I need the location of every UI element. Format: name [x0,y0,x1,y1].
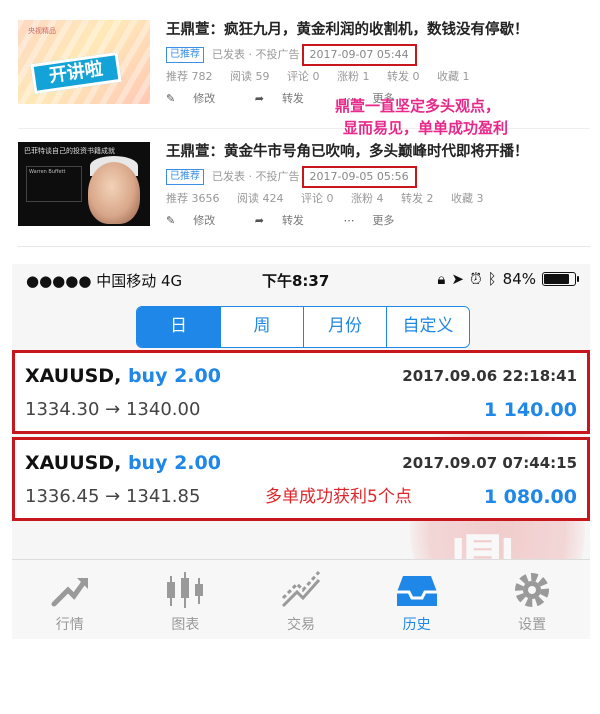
article-title[interactable]: 王鼎萱：疯狂九月，黄金利润的收割机，数钱没有停歇！ [166,16,590,44]
battery-fill [544,274,570,284]
segment-custom[interactable]: 自定义 [386,307,469,347]
tab-settings[interactable]: 设置 [474,560,590,639]
trade-direction: buy 2.00 [127,365,221,387]
battery-percent: 84% [502,270,536,288]
stat-likes: 涨粉 4 [351,192,384,205]
edit-label: 修改 [193,92,216,105]
pencil-icon: ✎ [166,214,176,227]
trade-direction: buy 2.00 [127,452,221,474]
thumbnail-tag: 央视精品 [28,27,56,35]
stat-favorites: 收藏 3 [451,192,484,205]
trade-time: 2017.09.06 22:18:41 [402,367,577,385]
forward-button[interactable]: ➦ 转发 [255,92,322,105]
forward-label: 转发 [281,92,304,105]
carrier-signal: ●●●●● 中国移动 4G [26,272,183,290]
trade-symbol: XAUUSD, buy 2.00 [25,365,221,387]
article-item[interactable]: 央视精品 开讲啦 王鼎萱：疯狂九月，黄金利润的收割机，数钱没有停歇！ 已推荐 已… [18,14,590,126]
thumbnail-quote: Warren Buffett [26,166,82,202]
stat-reads: 阅读 424 [237,192,284,205]
candlestick-icon [167,572,204,608]
annotation-line-1: 鼎萱一直坚定多头观点， [335,97,501,115]
portrait-face [88,162,140,224]
tab-label: 交易 [286,617,315,633]
trade-symbol: XAUUSD, buy 2.00 [25,452,221,474]
stat-reads: 阅读 59 [230,70,270,83]
article-stats: 推荐 3656 阅读 424 评论 0 涨粉 4 转发 2 收藏 3 [166,188,590,210]
trade-profit: 1 080.00 [483,486,577,508]
trade-profit: 1 140.00 [483,399,577,421]
status-time: 下午8:37 [262,272,330,290]
tab-chart[interactable]: 图表 [128,560,244,639]
trade-record[interactable]: XAUUSD, buy 2.00 2017.09.06 22:18:41 133… [12,350,590,434]
stat-shares: 转发 2 [401,192,434,205]
stat-recommend: 推荐 782 [166,70,213,83]
battery-icon [542,272,579,286]
thumbnail-caption: 巴菲特谈自己的投资书籍成就 [24,147,115,155]
segment-day[interactable]: 日 [137,307,220,347]
stat-recommend: 推荐 3656 [166,192,220,205]
publish-date: 2017-09-05 05:56 [301,166,417,188]
divider [18,246,590,247]
trading-app-screenshot: ●●●●● 中国移动 4G 下午8:37 🔒︎ ➤ ⏰︎ ᛒ 84% 日 周 月… [12,264,590,710]
stat-likes: 涨粉 1 [337,70,370,83]
forward-label: 转发 [281,214,304,227]
trade-time: 2017.09.07 07:44:15 [402,454,577,472]
forward-arrow-icon: ➦ [254,214,264,227]
trade-record[interactable]: XAUUSD, buy 2.00 2017.09.07 07:44:15 133… [12,437,590,521]
publish-status: 已发表 · 不投广告 [212,48,300,61]
segment-week[interactable]: 周 [220,307,303,347]
tab-trade[interactable]: 交易 [243,560,359,639]
trade-prices: 1336.45 → 1341.85 [25,486,201,507]
profit-annotation: 多单成功获利5个点 [265,487,412,507]
article-stats: 推荐 782 阅读 59 评论 0 涨粉 1 转发 0 收藏 1 [166,66,590,88]
more-dots-icon: ⋯ [343,214,355,227]
recommended-badge: 已推荐 [166,169,204,185]
publish-date: 2017-09-07 05:44 [301,44,417,66]
tab-history[interactable]: 历史 [359,560,475,639]
trend-arrow-icon [51,578,88,607]
article-actions: ✎ 修改 ➦ 转发 ⋯ 更多 [166,210,590,232]
forward-arrow-icon: ➦ [254,92,264,105]
forward-button[interactable]: ➦ 转发 [255,214,322,227]
edit-button[interactable]: ✎ 修改 [166,214,233,227]
segment-month[interactable]: 月份 [303,307,386,347]
tab-quotes[interactable]: 行情 [12,560,128,639]
rotation-lock-icon: 🔒︎ [437,270,446,288]
stat-comments: 评论 0 [287,70,320,83]
inbox-history-icon [396,576,437,606]
bluetooth-icon: ᛒ [487,270,497,288]
edit-label: 修改 [193,214,216,227]
edit-button[interactable]: ✎ 修改 [166,92,233,105]
trade-prices: 1334.30 → 1340.00 [25,399,201,420]
tab-label: 历史 [402,617,431,633]
article-thumbnail[interactable]: 巴菲特谈自己的投资书籍成就 Warren Buffett [18,142,150,226]
article-meta: 已推荐 已发表 · 不投广告 2017-09-05 05:56 [166,166,590,188]
tab-label: 图表 [171,617,200,633]
publish-status: 已发表 · 不投广告 [212,170,300,183]
article-meta: 已推荐 已发表 · 不投广告 2017-09-07 05:44 [166,44,590,66]
article-thumbnail[interactable]: 央视精品 开讲啦 [18,20,150,104]
more-label: 更多 [372,214,395,227]
stat-favorites: 收藏 1 [437,70,470,83]
symbol-text: XAUUSD, [25,365,122,387]
stat-shares: 转发 0 [387,70,420,83]
stat-comments: 评论 0 [301,192,334,205]
location-arrow-icon: ➤ [451,270,464,288]
symbol-text: XAUUSD, [25,452,122,474]
status-bar: ●●●●● 中国移动 4G 下午8:37 🔒︎ ➤ ⏰︎ ᛒ 84% [12,264,590,296]
tab-label: 设置 [518,617,547,633]
recommended-badge: 已推荐 [166,47,204,63]
article-title[interactable]: 王鼎萱：黄金牛市号角已吹响，多头巅峰时代即将开播！ [166,138,590,166]
period-segmented-control: 日 周 月份 自定义 [136,306,470,348]
tab-label: 行情 [55,617,84,633]
gear-icon [515,573,550,607]
pencil-icon: ✎ [166,92,176,105]
bottom-tab-bar: 行情 图表 交易 历史 设置 [12,559,590,639]
status-right: 🔒︎ ➤ ⏰︎ ᛒ 84% [437,270,579,288]
more-button[interactable]: ⋯ 更多 [343,214,412,227]
article-item[interactable]: 巴菲特谈自己的投资书籍成就 Warren Buffett 王鼎萱：黄金牛市号角已… [18,136,590,248]
alarm-icon: ⏰︎ [469,270,482,288]
trade-line-icon [281,571,321,608]
